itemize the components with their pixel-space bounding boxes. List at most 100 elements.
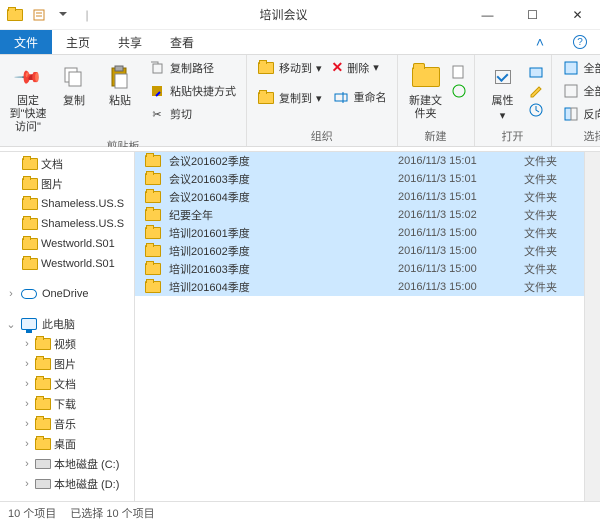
onedrive-icon [21, 289, 37, 299]
edit-icon[interactable] [527, 82, 545, 100]
nav-item[interactable]: Westworld.S01 [0, 234, 134, 254]
vertical-scrollbar[interactable] [584, 152, 600, 501]
tab-view[interactable]: 查看 [156, 30, 208, 54]
file-row[interactable]: 培训201601季度2016/11/3 15:00文件夹 [135, 224, 584, 242]
nav-pc-item[interactable]: ›桌面 [0, 434, 134, 454]
nav-pc-item[interactable]: ›音乐 [0, 414, 134, 434]
computer-icon [21, 318, 37, 330]
file-row[interactable]: 培训201602季度2016/11/3 15:00文件夹 [135, 242, 584, 260]
nav-pc-item[interactable]: › 图片 [0, 354, 134, 374]
copy-path-icon [148, 59, 166, 77]
folder-icon [22, 178, 38, 190]
ribbon-group-select: 全部选择 全部取消 反向选择 选择 [552, 55, 600, 146]
file-date: 2016/11/3 15:02 [398, 209, 518, 221]
folder-icon [22, 238, 38, 250]
open-icon[interactable] [527, 63, 545, 81]
ribbon-minimize-icon[interactable]: ˄ [520, 30, 560, 54]
nav-pc-item[interactable]: ›视频 [0, 334, 134, 354]
nav-item[interactable]: Westworld.S01 [0, 254, 134, 274]
nav-pc-label: 图片 [54, 356, 76, 372]
chevron-right-icon[interactable]: › [22, 418, 32, 430]
file-type: 文件夹 [524, 279, 584, 295]
help-icon[interactable]: ? [560, 30, 600, 54]
ribbon-tabs: 文件 主页 共享 查看 ˄ ? [0, 30, 600, 55]
copy-path-button[interactable]: 复制路径 [144, 57, 240, 79]
paste-shortcut-button[interactable]: 粘贴快捷方式 [144, 80, 240, 102]
ribbon-group-organize: 移动到▾ 复制到▾ ✕删除▾ 重命名 组织 [247, 55, 398, 146]
new-folder-button[interactable]: 新建文件夹 [404, 57, 448, 125]
file-name: 会议201604季度 [167, 189, 392, 205]
chevron-down-icon[interactable]: ⌄ [6, 318, 16, 331]
paste-button[interactable]: 粘贴 [98, 57, 142, 112]
drive-icon [35, 459, 51, 469]
quick-access-toolbar: | [0, 4, 102, 26]
qat-folder-icon[interactable] [4, 4, 26, 26]
rename-button[interactable]: 重命名 [328, 86, 391, 108]
nav-this-pc[interactable]: ⌄ 此电脑 [0, 314, 134, 334]
folder-icon [145, 227, 161, 239]
tab-share[interactable]: 共享 [104, 30, 156, 54]
select-none-button[interactable]: 全部取消 [558, 80, 600, 102]
copy-button[interactable]: 复制 [52, 57, 96, 112]
paste-shortcut-icon [148, 82, 166, 100]
file-type: 文件夹 [524, 261, 584, 277]
pin-quick-access-button[interactable]: 📌 固定到"快速访问" [6, 57, 50, 138]
chevron-right-icon[interactable]: › [22, 478, 32, 490]
new-item-icon[interactable] [450, 63, 468, 81]
file-row[interactable]: 会议201604季度2016/11/3 15:01文件夹 [135, 188, 584, 206]
cut-button[interactable]: ✂剪切 [144, 103, 240, 125]
file-row[interactable]: 培训201603季度2016/11/3 15:00文件夹 [135, 260, 584, 278]
file-row[interactable]: 纪要全年2016/11/3 15:02文件夹 [135, 206, 584, 224]
chevron-right-icon[interactable]: › [6, 288, 16, 300]
nav-onedrive[interactable]: › OneDrive [0, 284, 134, 304]
copy-to-button[interactable]: 复制到▾ [253, 87, 326, 109]
folder-icon [22, 158, 38, 170]
close-button[interactable]: ✕ [555, 0, 600, 30]
tab-file[interactable]: 文件 [0, 30, 52, 54]
file-row[interactable]: 培训201604季度2016/11/3 15:00文件夹 [135, 278, 584, 296]
select-all-button[interactable]: 全部选择 [558, 57, 600, 79]
chevron-right-icon[interactable]: › [22, 398, 32, 410]
file-row[interactable]: 会议201603季度2016/11/3 15:01文件夹 [135, 170, 584, 188]
nav-item[interactable]: Shameless.US.S [0, 194, 134, 214]
navigation-pane[interactable]: 文档图片Shameless.US.SShameless.US.SWestworl… [0, 152, 135, 501]
chevron-right-icon[interactable]: › [22, 338, 32, 350]
file-date: 2016/11/3 15:00 [398, 245, 518, 257]
chevron-right-icon[interactable]: › [22, 458, 32, 470]
invert-selection-button[interactable]: 反向选择 [558, 103, 600, 125]
chevron-right-icon[interactable]: › [22, 438, 32, 450]
nav-pc-item[interactable]: › 本地磁盘 (C:) [0, 454, 134, 474]
paste-label: 粘贴 [109, 95, 131, 108]
qat-properties-icon[interactable] [28, 4, 50, 26]
maximize-button[interactable]: ☐ [510, 0, 555, 30]
tab-home[interactable]: 主页 [52, 30, 104, 54]
qat-dropdown-icon[interactable] [52, 4, 74, 26]
minimize-button[interactable]: — [465, 0, 510, 30]
properties-icon [487, 61, 519, 93]
copy-icon [58, 61, 90, 93]
properties-button[interactable]: 属性▾ [481, 57, 525, 127]
chevron-right-icon[interactable]: › [22, 358, 32, 370]
chevron-right-icon[interactable]: › [22, 378, 32, 390]
file-date: 2016/11/3 15:01 [398, 173, 518, 185]
nav-item[interactable]: Shameless.US.S [0, 214, 134, 234]
easy-access-icon[interactable] [450, 82, 468, 100]
nav-pc-label: 本地磁盘 (C:) [54, 456, 119, 472]
ribbon: 📌 固定到"快速访问" 复制 粘贴 复制路径 粘贴快捷方式 ✂剪切 剪贴板 移动… [0, 55, 600, 147]
nav-item-label: 文档 [41, 156, 63, 172]
nav-item[interactable]: 图片 [0, 174, 134, 194]
nav-pc-item[interactable]: ›下载 [0, 394, 134, 414]
file-list[interactable]: 会议201602季度2016/11/3 15:01文件夹会议201603季度20… [135, 152, 584, 501]
file-name: 纪要全年 [167, 207, 392, 223]
chevron-down-icon: ▾ [316, 62, 322, 75]
nav-item[interactable]: 文档 [0, 154, 134, 174]
move-to-button[interactable]: 移动到▾ [253, 57, 326, 79]
file-row[interactable]: 会议201602季度2016/11/3 15:01文件夹 [135, 152, 584, 170]
history-icon[interactable] [527, 101, 545, 119]
group-label-select: 选择 [558, 128, 600, 146]
nav-item-label: Westworld.S01 [41, 258, 115, 270]
nav-pc-item[interactable]: ›本地磁盘 (D:) [0, 474, 134, 494]
nav-pc-item[interactable]: ›文档 [0, 374, 134, 394]
copy-to-icon [257, 89, 275, 107]
delete-button[interactable]: ✕删除▾ [328, 57, 391, 78]
